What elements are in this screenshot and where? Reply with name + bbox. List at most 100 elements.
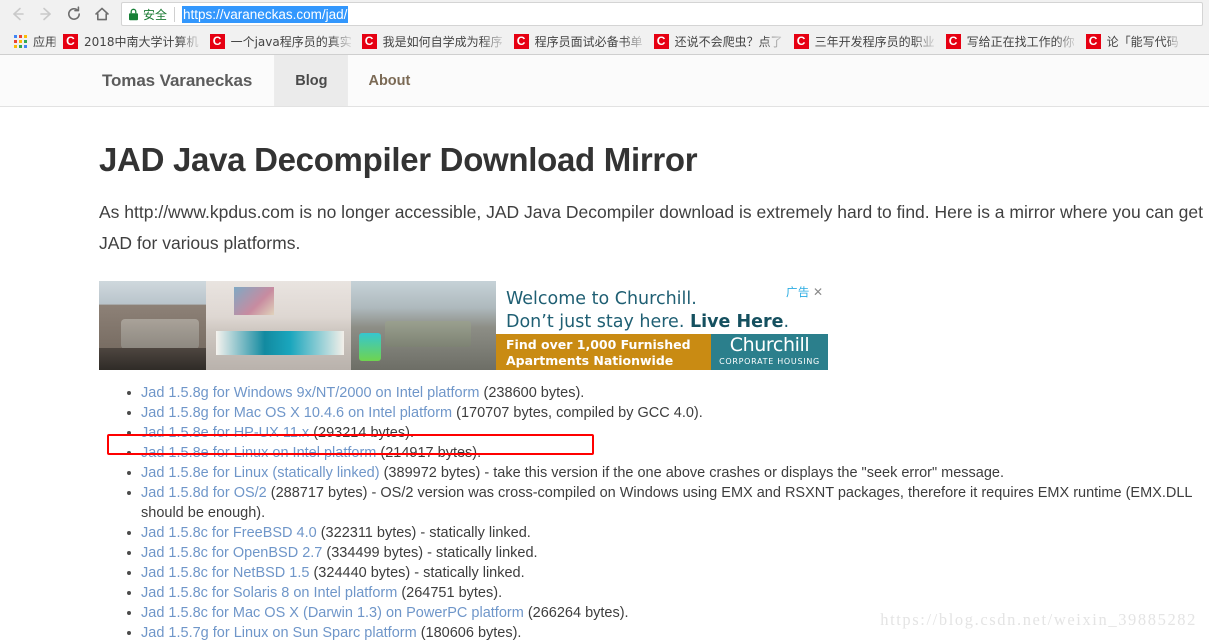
tab-about[interactable]: About [348, 55, 430, 106]
list-item: Jad 1.5.8e for HP-UX 11.x (293214 bytes)… [127, 423, 1209, 443]
csdn-icon: C [513, 33, 529, 49]
site-navigation: Tomas Varaneckas Blog About [0, 55, 1209, 107]
home-button[interactable] [88, 0, 116, 28]
forward-arrow-icon [37, 5, 55, 23]
list-item: Jad 1.5.8d for OS/2 (288717 bytes) - OS/… [127, 483, 1209, 523]
ad-headline-2-plain: Don’t just stay here. [506, 312, 690, 332]
download-link[interactable]: Jad 1.5.8c for NetBSD 1.5 [141, 565, 309, 581]
bookmark-item[interactable]: C 一个java程序员的真实 [206, 30, 356, 52]
list-item: Jad 1.5.8c for NetBSD 1.5 (324440 bytes)… [127, 563, 1209, 583]
bookmark-apps-label: 应用 [33, 34, 58, 49]
home-icon [93, 5, 111, 23]
bookmark-label: 一个java程序员的真实 [230, 34, 351, 49]
bookmark-label: 我是如何自学成为程序 [382, 34, 503, 49]
csdn-icon: C [63, 33, 79, 49]
ad-headline-2: Don’t just stay here. Live Here. [506, 311, 828, 334]
ad-badge[interactable]: 广告 ✕ [786, 284, 823, 300]
download-meta: (180606 bytes). [416, 625, 522, 641]
list-item: Jad 1.5.8g for Windows 9x/NT/2000 on Int… [127, 383, 1209, 403]
bookmark-label: 写给正在找工作的你 [966, 34, 1075, 49]
ad-tagline: Find over 1,000 Furnished Apartments Nat… [496, 334, 711, 370]
living-room-photo [99, 281, 206, 370]
bookmark-item[interactable]: C 论「能写代码 [1082, 30, 1184, 52]
download-meta: (322311 bytes) - statically linked. [316, 525, 531, 541]
list-item: Jad 1.5.8c for Solaris 8 on Intel platfo… [127, 583, 1209, 603]
download-link[interactable]: Jad 1.5.8e for Linux (statically linked) [141, 465, 380, 481]
bookmarks-bar: 应用 C 2018中南大学计算机 C 一个java程序员的真实 C 我是如何自学… [0, 28, 1209, 55]
download-link[interactable]: Jad 1.5.8d for OS/2 [141, 485, 267, 501]
bookmark-label: 还说不会爬虫？点了 [674, 34, 783, 49]
ad-headline-2-bold: Live Here [689, 312, 784, 332]
download-link[interactable]: Jad 1.5.8c for FreeBSD 4.0 [141, 525, 317, 541]
csdn-icon: C [1085, 33, 1101, 49]
lounge-photo [351, 281, 496, 370]
back-button[interactable] [4, 0, 32, 28]
url-text[interactable]: https://varaneckas.com/jad/ [182, 5, 349, 23]
page-content: JAD Java Decompiler Download Mirror As h… [0, 141, 1209, 642]
site-brand[interactable]: Tomas Varaneckas [80, 55, 274, 106]
download-meta: (288717 bytes) - OS/2 version was cross-… [141, 485, 1192, 521]
close-icon[interactable]: ✕ [813, 285, 823, 299]
download-link[interactable]: Jad 1.5.8c for OpenBSD 2.7 [141, 545, 322, 561]
bookmark-apps[interactable]: 应用 [14, 33, 57, 50]
ad-headline-area: 广告 ✕ Welcome to Churchill. Don’t just st… [496, 281, 828, 334]
download-link[interactable]: Jad 1.5.8g for Windows 9x/NT/2000 on Int… [141, 385, 480, 401]
bookmark-item[interactable]: C 三年开发程序员的职业 [790, 30, 940, 52]
page-intro: As http://www.kpdus.com is no longer acc… [99, 202, 1203, 253]
tab-blog[interactable]: Blog [274, 55, 349, 106]
reload-button[interactable] [60, 0, 88, 28]
download-link[interactable]: Jad 1.5.8c for Mac OS X (Darwin 1.3) on … [141, 605, 524, 621]
download-meta: (293214 bytes). [309, 425, 414, 441]
bookmark-label: 程序员面试必备书单 [534, 34, 643, 49]
forward-button[interactable] [32, 0, 60, 28]
ad-tagline-line-1: Find over 1,000 Furnished [506, 337, 691, 352]
list-item: Jad 1.5.8e for Linux on Intel platform (… [127, 443, 1209, 463]
bookmark-item[interactable]: C 写给正在找工作的你 [942, 30, 1080, 52]
csdn-icon: C [209, 33, 225, 49]
advertisement-banner[interactable]: 广告 ✕ Welcome to Churchill. Don’t just st… [99, 281, 828, 370]
address-bar[interactable]: 安全 https://varaneckas.com/jad/ [121, 2, 1203, 26]
ad-headline-1: Welcome to Churchill. [506, 289, 697, 309]
download-link[interactable]: Jad 1.5.8e for HP-UX 11.x [141, 425, 309, 441]
csdn-icon: C [793, 33, 809, 49]
bookmark-label: 2018中南大学计算机 [84, 34, 199, 49]
bookmark-item[interactable]: C 还说不会爬虫？点了 [650, 30, 788, 52]
download-link[interactable]: Jad 1.5.8g for Mac OS X 10.4.6 on Intel … [141, 405, 452, 421]
list-item: Jad 1.5.8g for Mac OS X 10.4.6 on Intel … [127, 403, 1209, 423]
download-meta: (266264 bytes). [523, 605, 629, 621]
ad-logo-name: Churchill [729, 334, 810, 356]
download-meta: (214917 bytes). [376, 445, 482, 461]
bookmark-label: 论「能写代码 [1106, 34, 1179, 49]
reload-icon [65, 5, 83, 23]
churchill-logo: Churchill CORPORATE HOUSING [711, 334, 828, 370]
csdn-icon: C [361, 33, 377, 49]
page-viewport: Tomas Varaneckas Blog About JAD Java Dec… [0, 55, 1209, 642]
page-title: JAD Java Decompiler Download Mirror [99, 141, 698, 178]
download-link[interactable]: Jad 1.5.8c for Solaris 8 on Intel platfo… [141, 585, 397, 601]
bookmark-item[interactable]: C 2018中南大学计算机 [59, 30, 204, 52]
bookmark-item[interactable]: C 程序员面试必备书单 [510, 30, 648, 52]
download-meta: (334499 bytes) - statically linked. [322, 545, 538, 561]
download-meta: (324440 bytes) - statically linked. [309, 565, 525, 581]
download-list: Jad 1.5.8g for Windows 9x/NT/2000 on Int… [99, 383, 1209, 642]
ad-text-panel: 广告 ✕ Welcome to Churchill. Don’t just st… [496, 281, 828, 370]
apps-grid-icon [14, 34, 27, 48]
list-item: Jad 1.5.8e for Linux (statically linked)… [127, 463, 1209, 483]
lock-icon [128, 8, 139, 21]
download-meta: (264751 bytes). [397, 585, 503, 601]
csdn-icon: C [945, 33, 961, 49]
browser-chrome: 安全 https://varaneckas.com/jad/ 应用 C 2018… [0, 0, 1209, 55]
download-meta: (170707 bytes, compiled by GCC 4.0). [452, 405, 703, 421]
list-item: Jad 1.5.8c for OpenBSD 2.7 (334499 bytes… [127, 543, 1209, 563]
download-meta: (238600 bytes). [479, 385, 585, 401]
download-link[interactable]: Jad 1.5.8e for Linux on Intel platform [141, 445, 376, 461]
browser-toolbar: 安全 https://varaneckas.com/jad/ [0, 0, 1209, 28]
download-meta: (389972 bytes) - take this version if th… [379, 465, 1005, 481]
bookmark-item[interactable]: C 我是如何自学成为程序 [358, 30, 508, 52]
download-link[interactable]: Jad 1.5.7g for Linux on Sun Sparc platfo… [141, 625, 417, 641]
ad-headline-2-end: . [783, 312, 790, 332]
security-label: 安全 [143, 7, 168, 22]
bookmark-label: 三年开发程序员的职业 [814, 34, 935, 49]
back-arrow-icon [9, 5, 27, 23]
ad-tagline-line-2: Apartments Nationwide [506, 353, 674, 368]
